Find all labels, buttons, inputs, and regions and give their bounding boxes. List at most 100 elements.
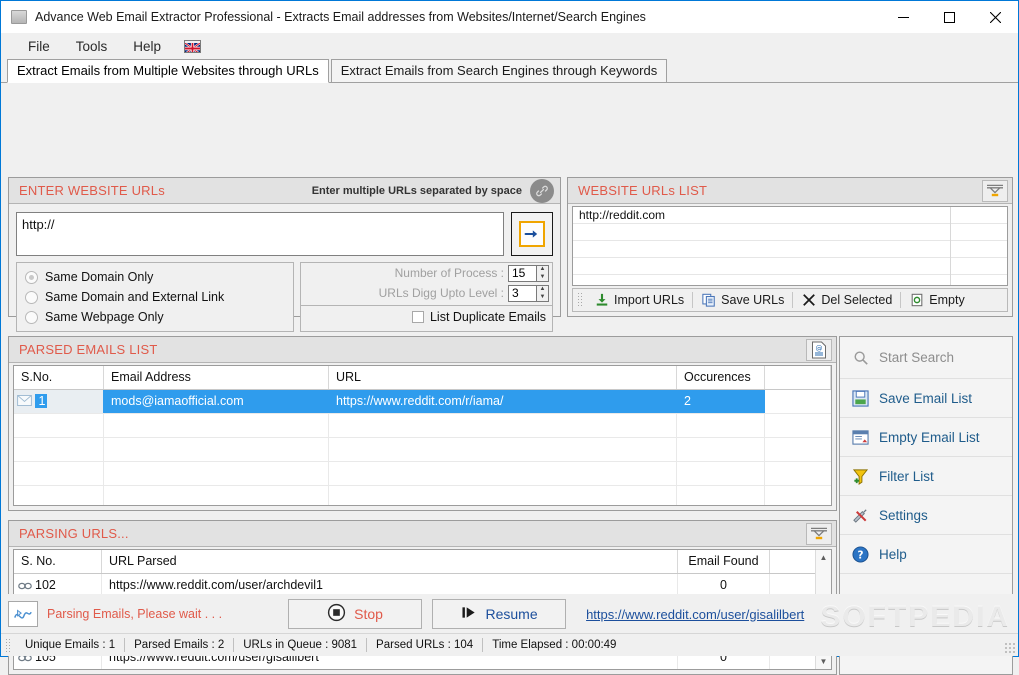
list-cell-empty: [951, 241, 1007, 258]
stop-record-icon: [327, 603, 346, 625]
list-duplicate-emails-row[interactable]: List Duplicate Emails: [301, 305, 552, 327]
number-of-process-stepper[interactable]: ▲ ▼: [536, 264, 549, 282]
status-parsed-urls: Parsed URLs : 104: [376, 639, 474, 651]
parsing-urls-title: PARSING URLS...: [19, 526, 129, 541]
list-item-empty[interactable]: [573, 241, 950, 258]
digg-level-value[interactable]: 3: [508, 284, 536, 302]
settings-label: Settings: [879, 507, 928, 523]
bottom-action-bar: Parsing Emails, Please wait . . . Stop R…: [1, 594, 1018, 634]
start-search-button[interactable]: Start Search: [840, 337, 1012, 379]
resize-grip[interactable]: [1004, 642, 1016, 654]
parsed-emails-panel: PARSED EMAILS LIST @ S.No. Email Address…: [8, 336, 837, 511]
import-urls-label: Import URLs: [614, 293, 685, 307]
question-help-icon: ?: [851, 545, 870, 564]
settings-button[interactable]: Settings: [840, 496, 1012, 535]
urls-list-column-url: http://reddit.com: [573, 207, 951, 292]
table-row-empty[interactable]: [14, 462, 831, 486]
parsed-emails-grid[interactable]: S.No. Email Address URL Occurences 1 mod…: [13, 365, 832, 506]
status-parsed-emails: Parsed Emails : 2: [134, 639, 225, 651]
list-item-empty[interactable]: [573, 258, 950, 275]
options-row: Same Domain Only Same Domain and Externa…: [9, 256, 560, 332]
import-urls-button[interactable]: Import URLs: [586, 289, 692, 311]
radio-label: Same Webpage Only: [45, 310, 164, 324]
column-header-occurences: Occurences: [677, 366, 765, 389]
radio-label: Same Domain Only: [45, 270, 154, 284]
list-item-empty[interactable]: [573, 224, 950, 241]
column-header-sno: S. No.: [14, 550, 102, 573]
radio-same-domain-only[interactable]: Same Domain Only: [25, 267, 293, 287]
urls-list-toolbar: Import URLs Save URLs Del Selected Empty: [572, 288, 1008, 312]
enter-urls-title: ENTER WEBSITE URLs: [19, 183, 165, 198]
list-duplicate-emails-checkbox[interactable]: [411, 310, 424, 323]
stepper-down-icon: ▼: [539, 273, 546, 280]
link-icon: [530, 178, 554, 203]
radio-same-webpage-only[interactable]: Same Webpage Only: [25, 307, 293, 327]
empty-can-icon: [909, 293, 924, 308]
enter-website-urls-panel: ENTER WEBSITE URLs Enter multiple URLs s…: [8, 177, 561, 332]
close-button[interactable]: [972, 1, 1018, 33]
uk-flag-icon[interactable]: [184, 39, 202, 53]
table-row-empty[interactable]: [14, 414, 831, 438]
number-of-process-label: Number of Process :: [394, 266, 504, 280]
save-urls-button[interactable]: Save URLs: [693, 289, 792, 311]
list-cell-empty: [951, 258, 1007, 275]
minimize-button[interactable]: [880, 1, 926, 33]
urls-list-column-extra: [951, 207, 1007, 292]
scroll-up-icon[interactable]: ▲: [816, 550, 831, 565]
at-document-icon[interactable]: @: [806, 338, 832, 361]
urls-list-grid[interactable]: http://reddit.com: [572, 206, 1008, 292]
stepper-up-icon: ▲: [539, 286, 546, 293]
radio-indicator: [25, 270, 38, 284]
menu-help[interactable]: Help: [120, 36, 174, 57]
tab-multiple-websites[interactable]: Extract Emails from Multiple Websites th…: [7, 59, 329, 83]
website-urls-list-panel: WEBSITE URLs LIST http://reddit.com Impo…: [567, 177, 1013, 317]
enter-urls-hint: Enter multiple URLs separated by space: [311, 184, 522, 197]
go-button[interactable]: [511, 212, 553, 256]
window-controls: [880, 1, 1018, 33]
digg-level-stepper[interactable]: ▲ ▼: [536, 284, 549, 302]
cell-email: mods@iamaofficial.com: [104, 390, 329, 413]
urls-list-header: WEBSITE URLs LIST: [568, 178, 1012, 204]
save-email-list-button[interactable]: Save Email List: [840, 379, 1012, 418]
cell-occurences: 2: [677, 390, 765, 413]
search-magnifier-icon: [851, 348, 870, 367]
svg-text:?: ?: [857, 549, 863, 561]
save-email-list-label: Save Email List: [879, 390, 973, 406]
resume-button[interactable]: Resume: [432, 599, 567, 629]
radio-same-domain-external[interactable]: Same Domain and External Link: [25, 287, 293, 307]
app-window: Advance Web Email Extractor Professional…: [0, 0, 1019, 675]
radio-indicator: [25, 310, 38, 324]
filter-table-icon[interactable]: [806, 522, 832, 545]
del-selected-label: Del Selected: [821, 293, 893, 307]
filter-table-icon[interactable]: [982, 179, 1008, 202]
table-row-empty[interactable]: [14, 438, 831, 462]
parsing-urls-header: PARSING URLS...: [9, 521, 836, 547]
toolbar-grip[interactable]: [577, 292, 582, 308]
menu-file[interactable]: File: [15, 36, 63, 57]
filter-list-button[interactable]: Filter List: [840, 457, 1012, 496]
help-button[interactable]: ? Help: [840, 535, 1012, 574]
resume-label: Resume: [485, 606, 538, 622]
current-url-link[interactable]: https://www.reddit.com/user/gisalilbert: [586, 607, 804, 622]
del-selected-button[interactable]: Del Selected: [793, 289, 900, 311]
table-row[interactable]: 1 mods@iamaofficial.com https://www.redd…: [14, 390, 831, 414]
status-bar: Unique Emails : 1 Parsed Emails : 2 URLs…: [1, 633, 1018, 656]
table-row-empty[interactable]: [14, 486, 831, 505]
cell-url: https://www.reddit.com/r/iama/: [329, 390, 677, 413]
list-item[interactable]: http://reddit.com: [573, 207, 950, 224]
parsed-emails-header-row: S.No. Email Address URL Occurences: [14, 366, 831, 390]
empty-button[interactable]: Empty: [901, 289, 972, 311]
empty-email-list-button[interactable]: Empty Email List: [840, 418, 1012, 457]
tab-search-engines[interactable]: Extract Emails from Search Engines throu…: [330, 59, 668, 83]
stop-button[interactable]: Stop: [288, 599, 423, 629]
website-url-input[interactable]: [16, 212, 504, 256]
play-resume-icon: [461, 605, 478, 623]
save-urls-label: Save URLs: [721, 293, 785, 307]
scroll-down-icon[interactable]: ▼: [816, 654, 831, 669]
menu-tools[interactable]: Tools: [63, 36, 121, 57]
maximize-button[interactable]: [926, 1, 972, 33]
column-header-spacer: [765, 366, 831, 389]
filter-list-label: Filter List: [879, 468, 934, 484]
number-of-process-value[interactable]: 15: [508, 264, 536, 282]
